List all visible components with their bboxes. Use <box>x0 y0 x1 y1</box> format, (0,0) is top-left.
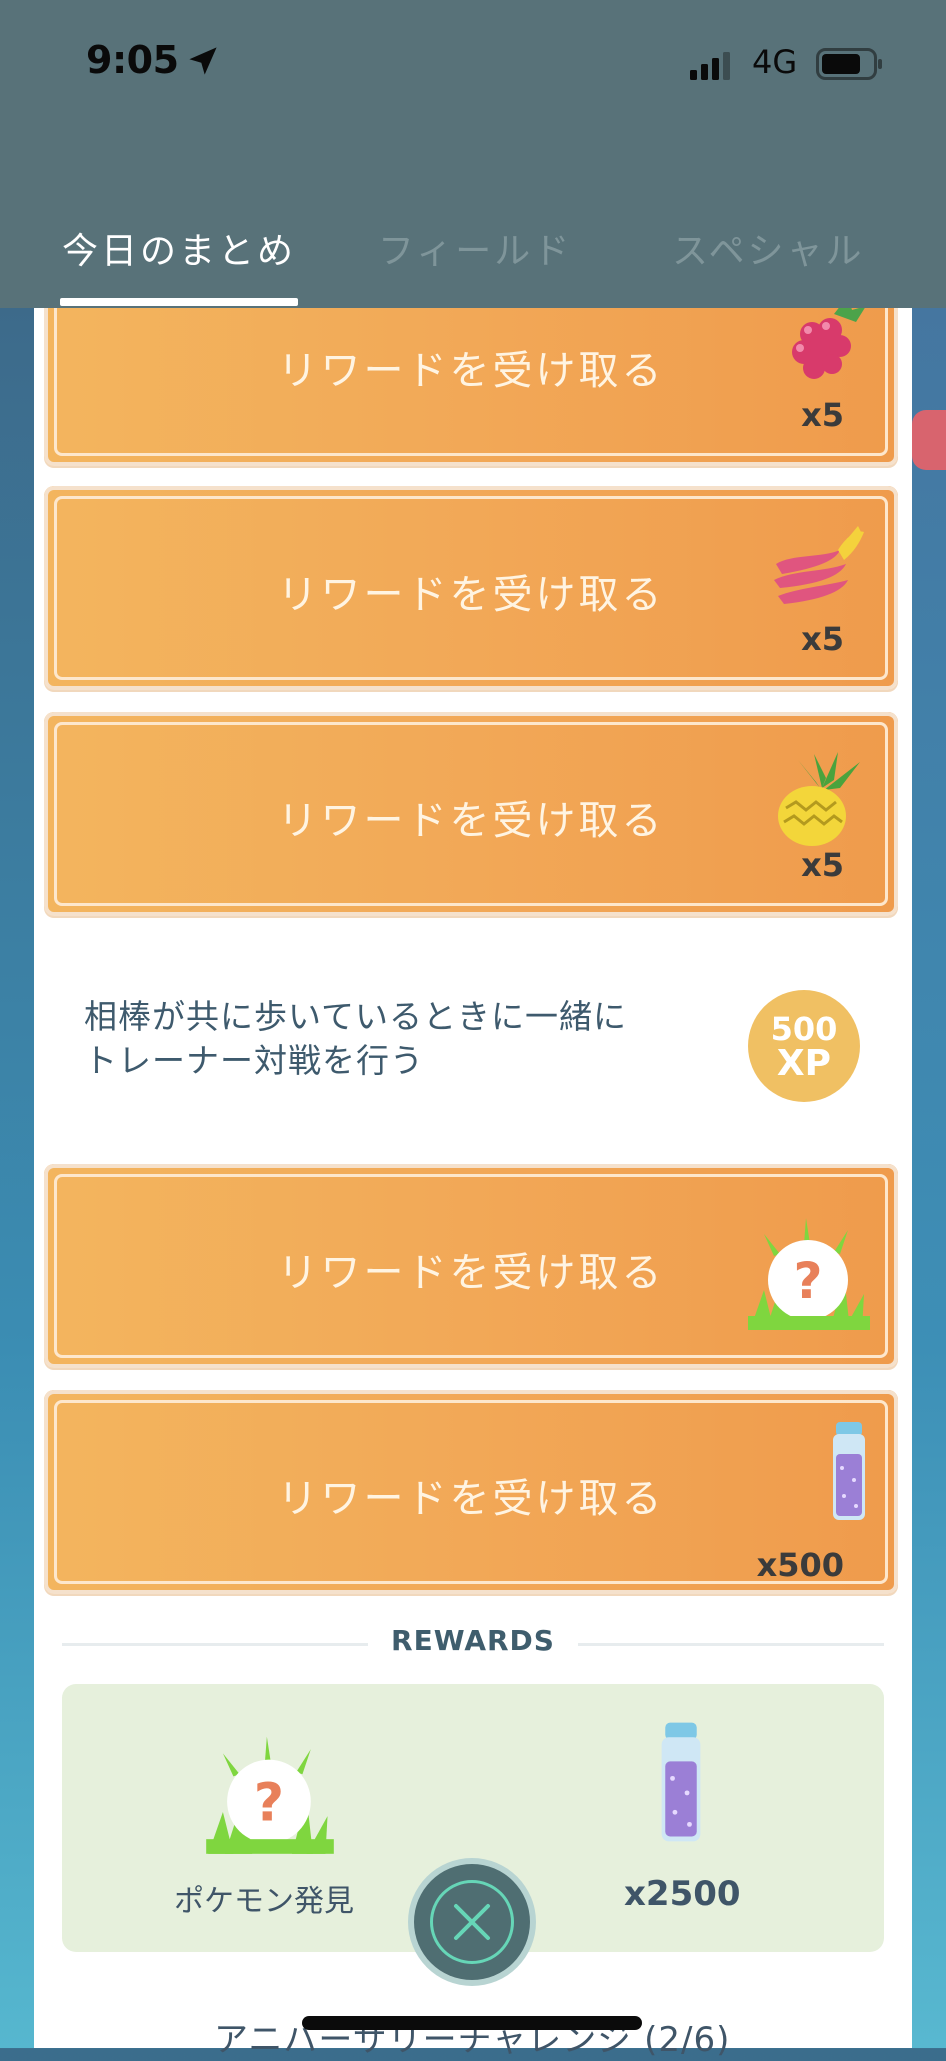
svg-text:?: ? <box>254 1772 284 1833</box>
stardust-icon <box>661 1722 701 1842</box>
background-left <box>0 300 34 2048</box>
claim-reward-button-encounter[interactable]: リワードを受け取る ? <box>44 1164 898 1368</box>
tab-special[interactable]: スペシャル <box>672 222 864 274</box>
reward-quantity: x500 <box>756 1546 844 1584</box>
reward-item-quantity: x2500 <box>624 1874 741 1914</box>
claim-reward-button-stardust[interactable]: リワードを受け取る x500 <box>44 1390 898 1594</box>
task-line-1: 相棒が共に歩いているときに一緒に <box>84 997 628 1036</box>
reward-quantity: x5 <box>801 396 844 434</box>
tab-bar: 今日のまとめ フィールド スペシャル <box>0 200 946 308</box>
pinap-berry-icon <box>778 752 860 846</box>
rewards-section-title: REWARDS <box>391 1624 555 1657</box>
research-task-text: 相棒が共に歩いているときに一緒に トレーナー対戦を行う <box>84 995 627 1083</box>
close-button[interactable] <box>414 1864 530 1980</box>
cellular-signal-icon <box>690 52 730 80</box>
divider <box>578 1643 884 1646</box>
xp-value: 500 <box>770 1010 838 1048</box>
pokemon-encounter-icon: ? <box>206 1736 334 1854</box>
nanab-berry-icon <box>774 526 864 604</box>
network-type: 4G <box>752 43 798 81</box>
tab-field[interactable]: フィールド <box>378 222 572 274</box>
pokemon-encounter-icon: ? <box>748 1218 870 1330</box>
claim-reward-button-nanab[interactable]: リワードを受け取る x5 <box>44 486 898 690</box>
task-line-2: トレーナー対戦を行う <box>84 1041 424 1080</box>
decoration <box>912 410 946 470</box>
header: 9:05 4G 今日のまとめ フィールド スペシャル <box>0 0 946 308</box>
xp-reward-badge: 500 XP <box>748 990 860 1102</box>
home-indicator <box>302 2016 642 2030</box>
status-time: 9:05 <box>86 38 179 82</box>
rewards-section-header: REWARDS <box>62 1624 884 1664</box>
tab-today-summary[interactable]: 今日のまとめ <box>62 222 296 274</box>
close-icon <box>454 1904 490 1940</box>
reward-label: リワードを受け取る <box>277 1476 665 1522</box>
battery-icon <box>816 48 882 80</box>
reward-item-label: ポケモン発見 <box>174 1884 354 1919</box>
reward-quantity: x5 <box>801 620 844 658</box>
background-right <box>912 300 946 2048</box>
stardust-icon <box>833 1422 865 1520</box>
reward-quantity: x5 <box>801 846 844 884</box>
xp-unit: XP <box>776 1043 832 1084</box>
location-arrow-icon <box>189 47 217 75</box>
claim-reward-button-pinap[interactable]: リワードを受け取る x5 <box>44 712 898 916</box>
svg-text:?: ? <box>793 1252 822 1310</box>
active-tab-indicator <box>60 298 298 306</box>
